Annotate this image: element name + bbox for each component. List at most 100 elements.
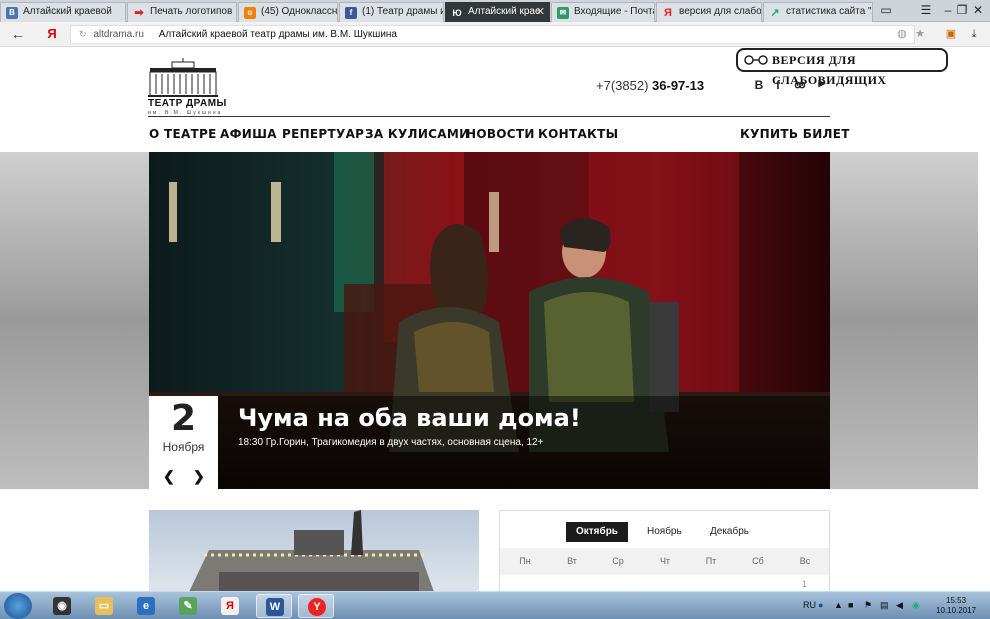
browser-tab[interactable]: Я версия для слабов: [656, 2, 762, 22]
refresh-icon[interactable]: ↻: [79, 29, 87, 39]
tab-label: Алтайский краевой: [23, 6, 112, 17]
chevron-left-icon[interactable]: ❮: [163, 468, 175, 485]
tab-label: (1) Театр драмы им: [362, 6, 444, 17]
nav-repertoire[interactable]: РЕПЕРТУАР: [282, 127, 364, 141]
taskbar-word[interactable]: W: [256, 594, 292, 618]
vision-impaired-button[interactable]: ВЕРСИЯ ДЛЯ СЛАБОВИДЯЩИХ: [736, 48, 948, 87]
weekday-label: Вт: [567, 556, 577, 566]
phone-main: 36-97-13: [652, 78, 705, 93]
taskbar-yandex-browser[interactable]: Y: [298, 594, 334, 618]
menu-icon[interactable]: ☰: [914, 0, 938, 22]
browser-tab[interactable]: o (45) Одноклассник: [238, 2, 338, 22]
facebook-icon[interactable]: f: [771, 78, 785, 92]
tray-icon[interactable]: ■: [848, 600, 853, 610]
calendar-day[interactable]: 1: [802, 579, 807, 589]
weekday-label: Чт: [659, 556, 671, 566]
vision-button-label: ВЕРСИЯ ДЛЯ СЛАБОВИДЯЩИХ: [772, 53, 887, 87]
camera-icon: ◉: [53, 597, 71, 615]
weekday-label: Сб: [752, 556, 764, 566]
yandex-button[interactable]: Я: [42, 25, 62, 43]
tab-label: (45) Одноклассник: [261, 6, 338, 17]
flag-icon[interactable]: ⚑: [864, 600, 872, 611]
nav-backstage[interactable]: ЗА КУЛИСАМИ: [365, 127, 469, 141]
nav-news[interactable]: НОВОСТИ: [466, 127, 535, 141]
news-image[interactable]: [149, 510, 479, 592]
browser-tab-active[interactable]: Ю Алтайский крае ✕: [445, 2, 550, 22]
event-details: 18:30 Гр.Горин, Трагикомедия в двух част…: [238, 437, 544, 448]
red-arrow-icon: ➡: [134, 7, 144, 19]
facebook-icon: f: [345, 7, 357, 19]
event-day: 2: [170, 398, 197, 439]
building-photo: [189, 510, 434, 592]
browser-tab[interactable]: f (1) Театр драмы им: [339, 2, 444, 22]
taskbar-paint[interactable]: ✎: [170, 594, 206, 618]
new-tab-icon[interactable]: ▭: [874, 0, 898, 22]
tab-label: Входящие - Почта: [574, 6, 655, 17]
url-input[interactable]: ↻ altdrama.ru Алтайский краевой театр др…: [70, 25, 915, 44]
browser-tab[interactable]: B Алтайский краевой: [0, 2, 126, 22]
browser-tab[interactable]: ↗ статистика сайта "А: [763, 2, 873, 22]
event-caption[interactable]: Чума на оба ваши дома! 18:30 Гр.Горин, Т…: [218, 396, 830, 489]
event-month: Ноября: [162, 440, 205, 454]
chevron-right-icon[interactable]: ❯: [193, 468, 205, 485]
folder-icon: ▭: [95, 597, 113, 615]
browser-tab[interactable]: ✉ Входящие - Почта: [551, 2, 655, 22]
odnoklassniki-icon[interactable]: ꙭ: [793, 78, 807, 91]
language-indicator[interactable]: RU: [803, 600, 816, 610]
mail-icon: ✉: [557, 7, 569, 19]
update-icon[interactable]: ◉: [912, 600, 920, 611]
chart-icon: ↗: [770, 7, 780, 19]
tab-label: Алтайский крае: [468, 6, 541, 17]
taskbar-yandex[interactable]: Я: [212, 594, 248, 618]
calendar-tab-october[interactable]: Октябрь: [566, 522, 628, 542]
paint-icon: ✎: [179, 597, 197, 615]
header-divider: [148, 116, 830, 117]
ok-icon: o: [244, 7, 256, 19]
hero-next-slide[interactable]: [830, 152, 978, 489]
event-title[interactable]: Чума на оба ваши дома!: [238, 404, 581, 432]
phone-number[interactable]: +7(3852) 36-97-13: [596, 78, 704, 93]
taskbar-camera[interactable]: ◉: [44, 594, 80, 618]
vk-icon: B: [6, 7, 18, 19]
weekday-label: Пт: [705, 556, 717, 566]
help-icon[interactable]: ●: [818, 600, 823, 610]
tray-arrow-icon[interactable]: ▲: [834, 600, 843, 610]
glasses-icon: [744, 55, 768, 65]
page-title-in-url: Алтайский краевой театр драмы им. В.М. Ш…: [158, 29, 397, 40]
back-icon[interactable]: ←: [8, 25, 28, 43]
hero-prev-slide[interactable]: [0, 152, 149, 489]
start-button[interactable]: [4, 593, 32, 619]
yandex-icon: Я: [664, 7, 672, 19]
vk-icon[interactable]: В: [752, 78, 766, 92]
calendar-tab-december[interactable]: Декабрь: [710, 522, 749, 542]
theatre-building-icon: [148, 58, 218, 97]
youtube-icon[interactable]: ▶: [815, 78, 829, 89]
network-icon[interactable]: ▤: [880, 600, 889, 611]
protect-icon[interactable]: ◍: [892, 25, 912, 43]
word-icon: W: [266, 598, 284, 616]
tab-label: статистика сайта "А: [786, 6, 873, 17]
nav-playbill[interactable]: АФИША: [220, 127, 277, 141]
browser-tab-bar: B Алтайский краевой ➡ Печать логотипов o…: [0, 0, 990, 22]
nav-contacts[interactable]: КОНТАКТЫ: [538, 127, 618, 141]
clock-time: 15:53: [946, 596, 967, 605]
buy-ticket-link[interactable]: КУПИТЬ БИЛЕТ: [740, 127, 850, 141]
browser-tab[interactable]: ➡ Печать логотипов: [127, 2, 237, 22]
windows-taskbar: ◉ ▭ e ✎ Я W Y RU ● ▲ ■ ⚑ ▤ ◀ ◉ 15:53 10.…: [0, 591, 990, 619]
address-bar: ← Я ↻ altdrama.ru Алтайский краевой теат…: [0, 22, 990, 47]
download-icon[interactable]: ⤓: [964, 25, 984, 43]
taskbar-explorer[interactable]: ▭: [86, 594, 122, 618]
system-clock[interactable]: 15:53 10.10.2017: [936, 596, 976, 616]
close-icon[interactable]: ✕: [536, 3, 545, 21]
taskbar-ie[interactable]: e: [128, 594, 164, 618]
nav-about[interactable]: О ТЕАТРЕ: [149, 127, 217, 141]
star-icon[interactable]: ★: [910, 25, 930, 43]
volume-icon[interactable]: ◀: [896, 600, 903, 611]
site-logo[interactable]: ТЕАТР ДРАМЫ им. В.М. Шукшина: [148, 58, 226, 116]
logo-text: ТЕАТР ДРАМЫ: [148, 98, 227, 109]
extension-icon[interactable]: ▣: [941, 25, 961, 43]
calendar-weekday-row: Пн Вт Ср Чт Пт Сб Вс: [500, 548, 829, 575]
calendar-tab-november[interactable]: Ноябрь: [647, 522, 682, 542]
events-calendar: Октябрь Ноябрь Декабрь Пн Вт Ср Чт Пт Сб…: [499, 510, 830, 592]
close-window-icon[interactable]: ✕: [966, 0, 990, 22]
